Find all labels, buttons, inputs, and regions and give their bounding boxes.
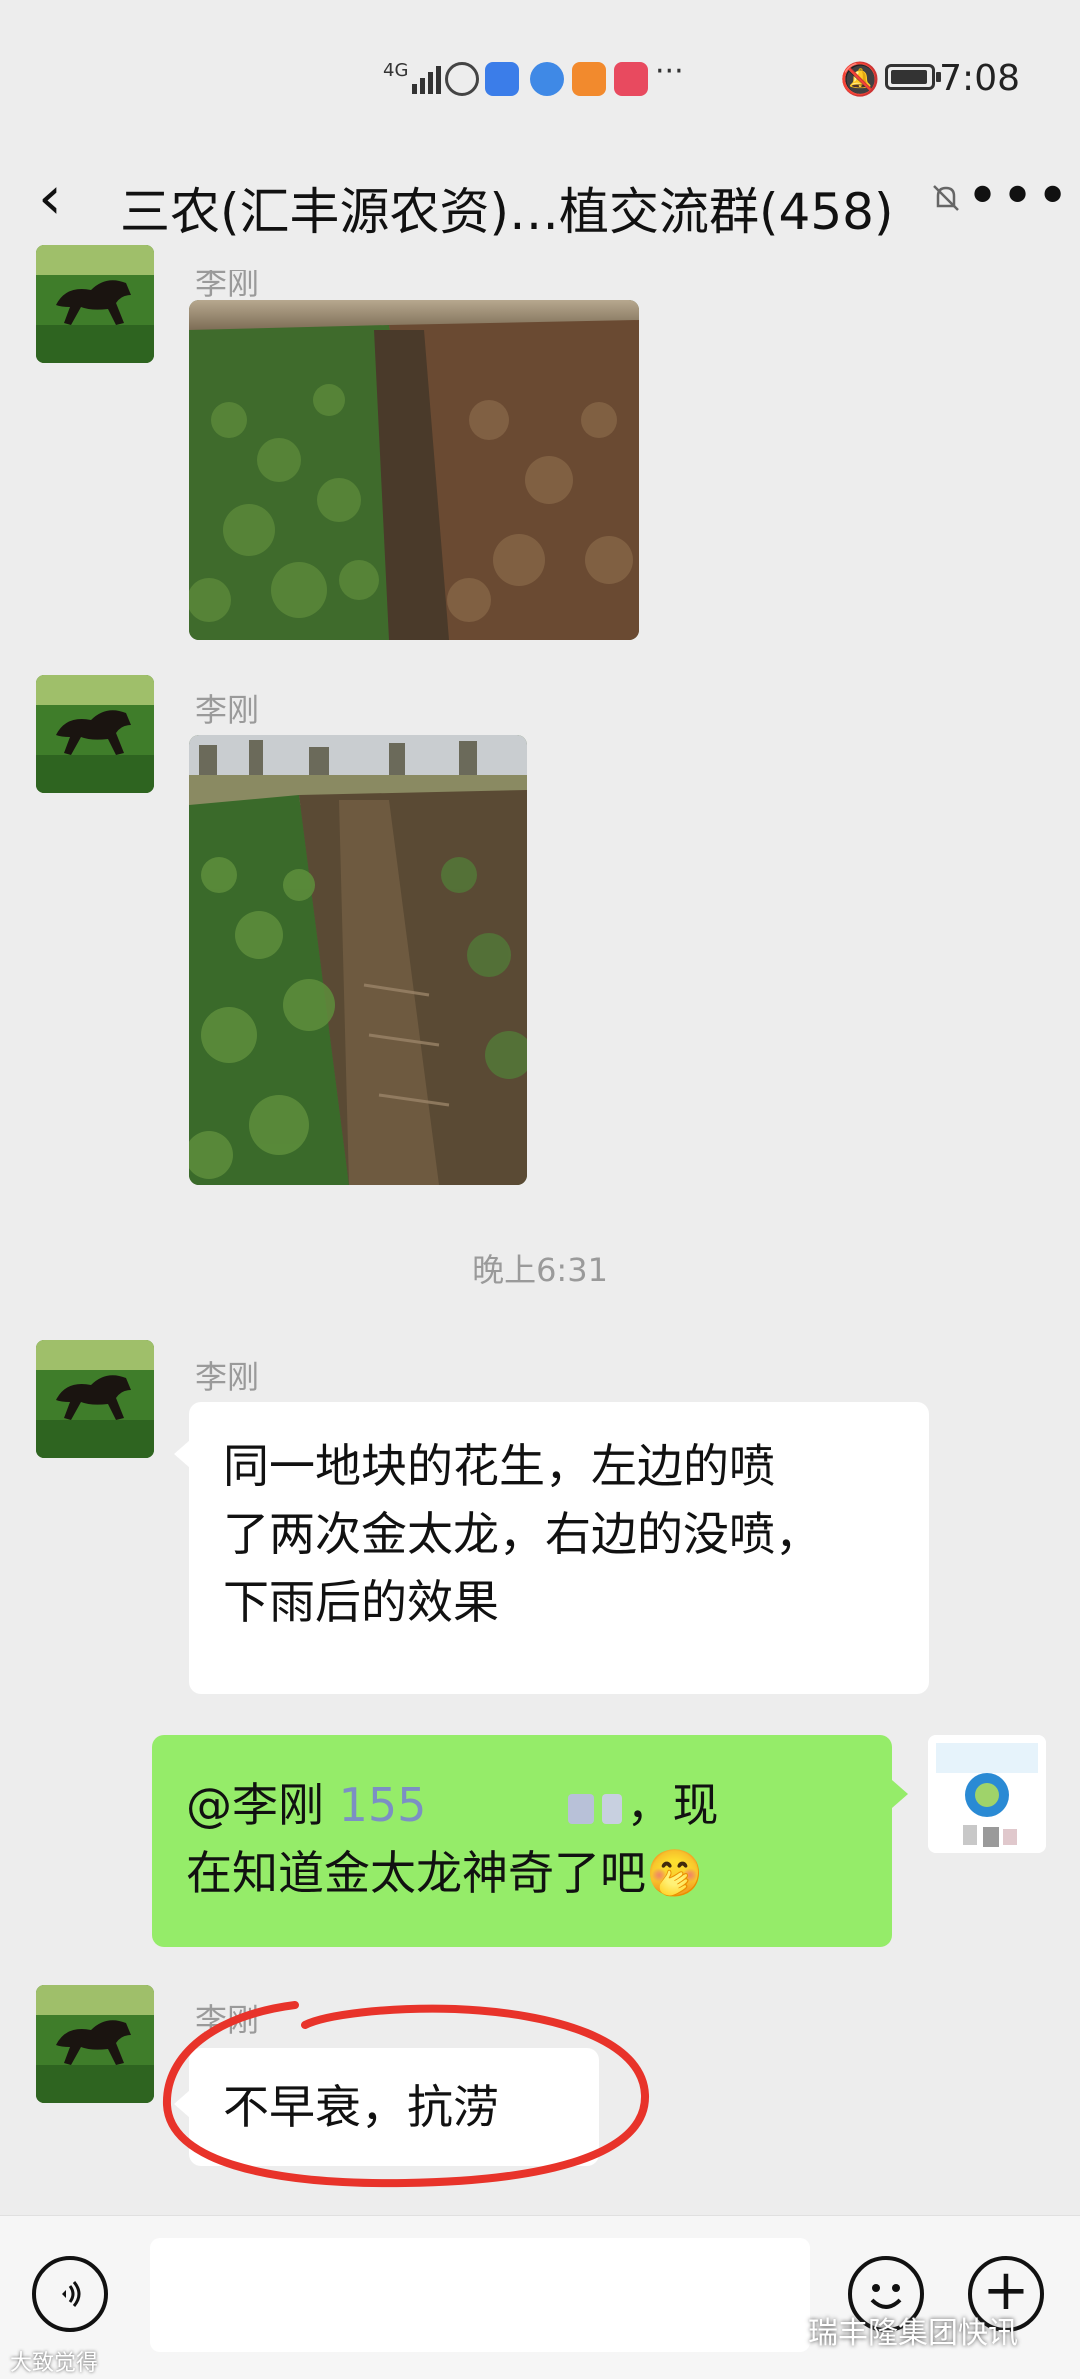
status-bar: 4G ··· 🔕 7:08 [0, 0, 1080, 150]
chat-title: 三农(汇丰源农资)…植交流群(458) [120, 183, 894, 241]
message-input[interactable] [150, 2238, 810, 2352]
sender-name: 李刚 [195, 264, 260, 302]
signal-bars-icon [410, 62, 444, 96]
avatar-self[interactable] [928, 1735, 1046, 1853]
voice-icon[interactable] [32, 2256, 108, 2332]
message-line: 了两次金太龙，右边的没喷， [223, 1507, 821, 1561]
message-line: 在知道金太龙神奇了吧🤭 [186, 1846, 704, 1900]
message-image[interactable] [189, 735, 527, 1185]
message-line: 同一地块的花生，左边的喷 [223, 1439, 775, 1493]
app-icon [614, 62, 648, 96]
video-app-icon [572, 62, 606, 96]
message-image[interactable] [189, 300, 639, 640]
phone-number: 155 [338, 1778, 427, 1832]
sender-name: 李刚 [195, 1358, 260, 1396]
watermark: 大致觉得 [10, 2351, 99, 2376]
status-time: 7:08 [939, 58, 1020, 99]
more-notifications-icon: ··· [655, 54, 684, 89]
redacted-block [568, 1793, 595, 1824]
qq-icon [485, 62, 519, 96]
chat-header: ‹ 三农(汇丰源农资)…植交流群(458) ••• [0, 150, 1080, 255]
more-options-icon[interactable]: ••• [966, 164, 1071, 229]
mute-icon [928, 180, 964, 225]
message-line: 下雨后的效果 [223, 1575, 499, 1629]
battery-icon [885, 64, 935, 90]
avatar[interactable] [36, 675, 154, 793]
avatar[interactable] [36, 1985, 154, 2103]
message-timestamp: 晚上6:31 [472, 1251, 608, 1289]
message-bubble-outgoing[interactable]: @李刚 155 ，现 在知道金太龙神奇了吧🤭 [152, 1735, 892, 1947]
sender-name: 李刚 [195, 691, 260, 729]
red-circle-annotation [162, 2001, 650, 2188]
avatar[interactable] [36, 245, 154, 363]
signal-indicator: 4G [383, 60, 409, 81]
message-bubble[interactable]: 同一地块的花生，左边的喷 了两次金太龙，右边的没喷， 下雨后的效果 [189, 1402, 929, 1694]
browser-icon [530, 62, 564, 96]
watermark: 瑞丰隆集团快讯 [808, 2316, 1018, 2351]
muted-bell-icon: 🔕 [840, 60, 880, 98]
app-notification-icon [445, 62, 479, 96]
mention: @李刚 [186, 1778, 324, 1832]
avatar[interactable] [36, 1340, 154, 1458]
back-icon[interactable]: ‹ [38, 168, 62, 228]
input-bar: + [0, 2215, 1080, 2379]
message-text-end: ，现 [626, 1778, 719, 1832]
